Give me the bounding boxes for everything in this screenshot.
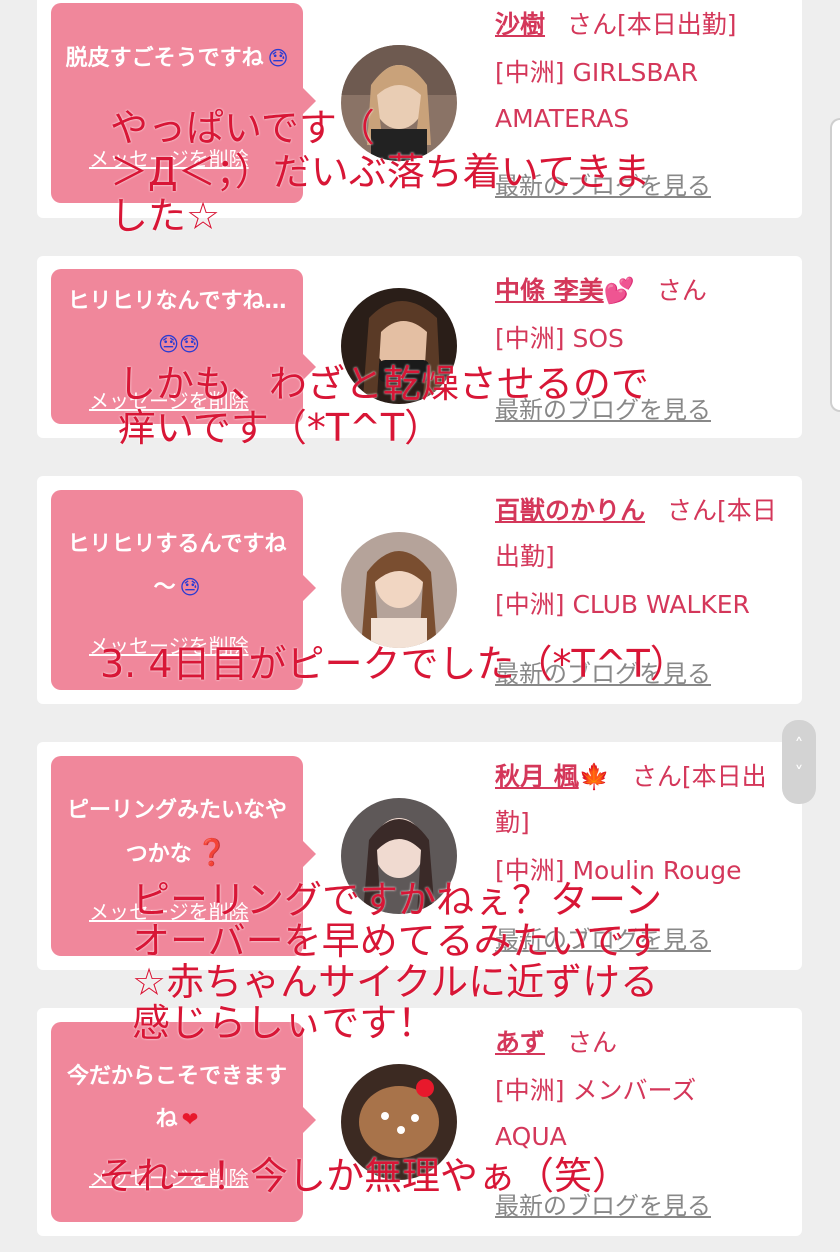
girl-info: 秋月 楓🍁 さん[本日出勤] [中洲] Moulin Rouge — [495, 754, 790, 894]
avatar[interactable] — [341, 532, 457, 648]
sweat-emoji-icon: 😓 — [267, 46, 289, 70]
girl-name-link[interactable]: 中條 李美 — [495, 276, 604, 305]
honorific: さん[本日出勤] — [567, 10, 737, 39]
message-text: ヒリヒリなんですね…😓😓 — [61, 281, 293, 366]
girl-name-link[interactable]: 沙樹 — [495, 10, 545, 39]
question-emoji-icon: ❓ — [195, 838, 229, 868]
sweat-emoji-icon: 😓😓 — [158, 332, 200, 356]
overlay-caption: それー！今しか無理やぁ（笑） — [98, 1154, 631, 1198]
message-text: ピーリングみたいなやつかな ❓ — [61, 790, 293, 876]
scroll-down-icon[interactable]: ˅ — [782, 760, 816, 788]
sweat-emoji-icon: 😓 — [179, 575, 201, 599]
shop-name: [中洲] メンバーズ AQUA — [495, 1076, 697, 1151]
scrollbar[interactable] — [830, 118, 840, 412]
girl-name-link[interactable]: 秋月 楓 — [495, 762, 579, 791]
girl-info: 中條 李美💕 さん [中洲] SOS — [495, 268, 790, 362]
shop-name: [中洲] CLUB WALKER — [495, 590, 750, 619]
overlay-caption: しかも、わざと乾燥させるので 痒いです（*T^T） — [118, 362, 649, 450]
message-text: 今だからこそできますね ❤ — [61, 1056, 293, 1141]
shop-name: [中洲] SOS — [495, 324, 624, 353]
heart-emoji-icon: 💕 — [603, 276, 635, 305]
overlay-caption: 3. 4日目がピークでした（*T^T） — [100, 642, 688, 686]
scroll-buttons: ˄ ˅ — [782, 720, 816, 804]
heart-emoji-icon: ❤ — [181, 1107, 199, 1131]
overlay-caption: ピーリングですかねぇ？ターン オーバーを早めてるみたいです ☆赤ちゃんサイクルに… — [132, 878, 663, 1045]
message-text: ヒリヒリするんですね～ 😓 — [61, 524, 293, 609]
honorific: さん — [656, 276, 707, 305]
message-text: 脱皮すごそうですね 😓 — [61, 37, 293, 80]
overlay-caption: やっぱいです（ ＞Д＜；）だいぶ落ち着いてきま した☆ — [110, 106, 651, 238]
girl-name-link[interactable]: 百獣のかりん — [495, 496, 645, 525]
maple-leaf-icon: 🍁 — [578, 762, 610, 791]
girl-info: 百獣のかりん さん[本日出勤] [中洲] CLUB WALKER — [495, 488, 790, 628]
scroll-up-icon[interactable]: ˄ — [782, 732, 816, 760]
